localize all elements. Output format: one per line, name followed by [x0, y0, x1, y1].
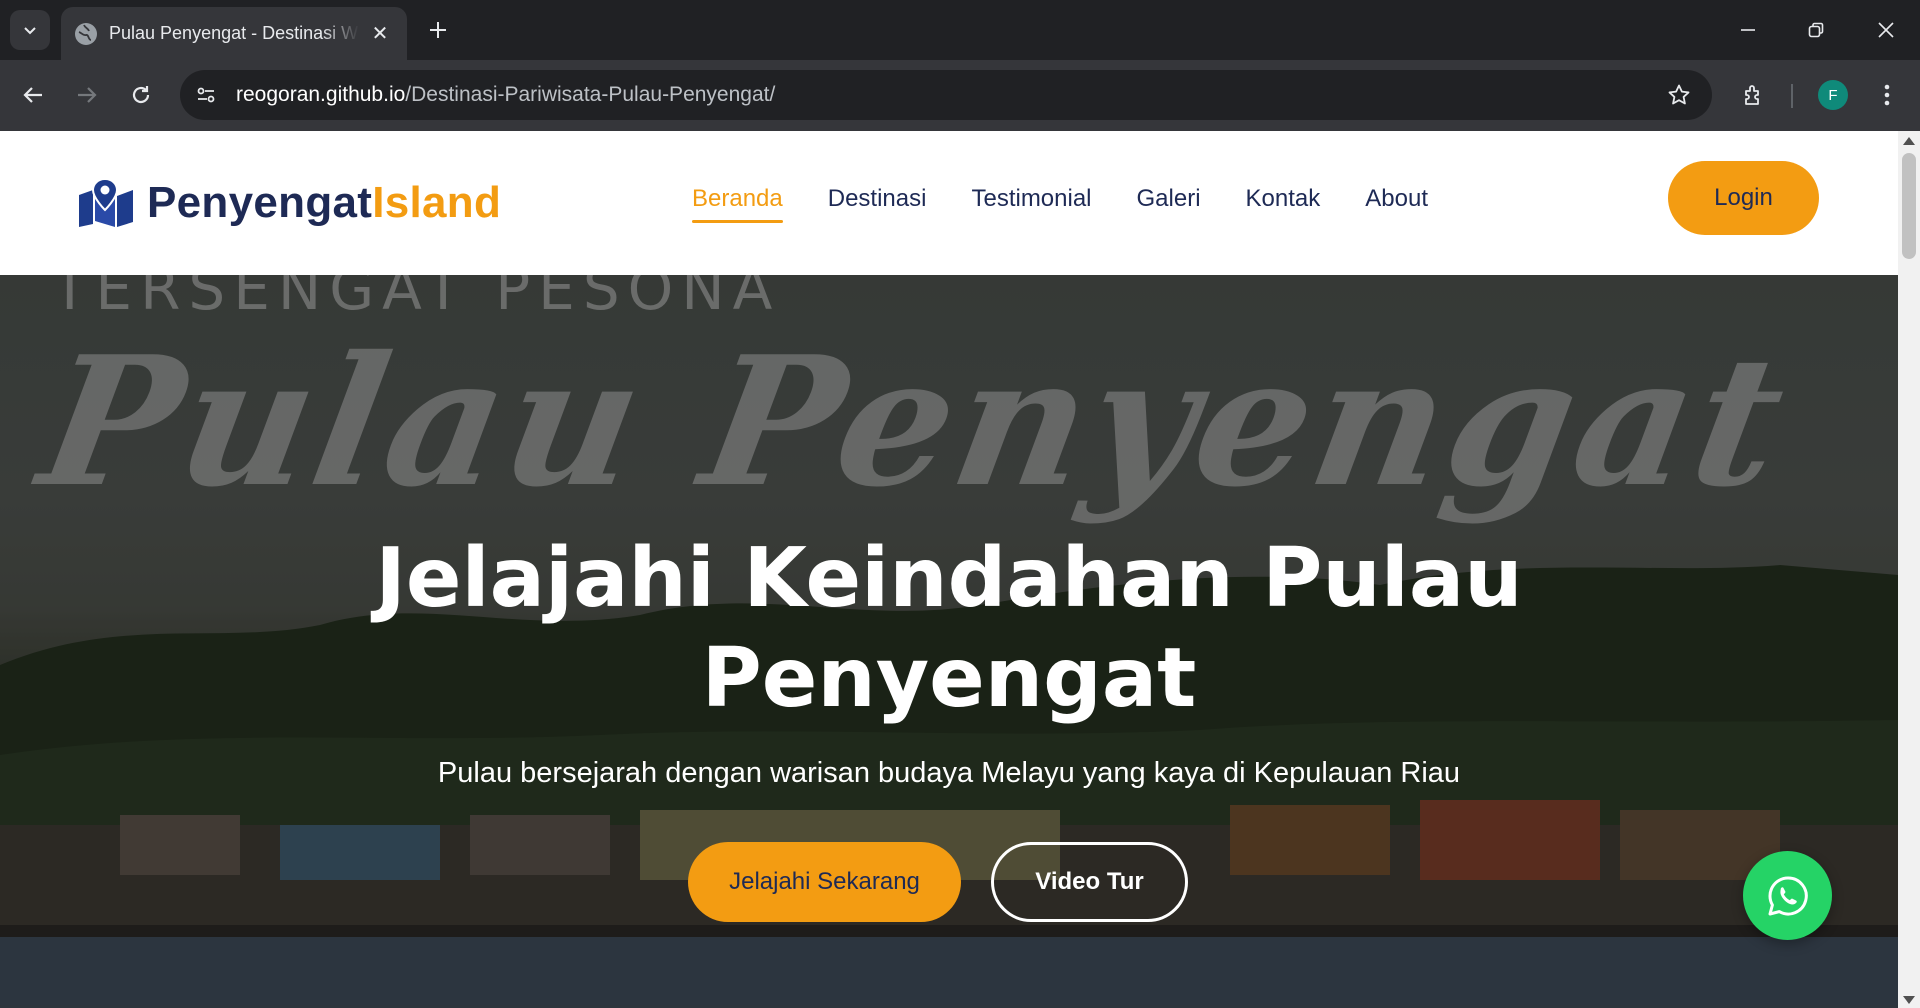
nav-link-destinasi[interactable]: Destinasi	[828, 185, 927, 223]
nav-link-testimonial[interactable]: Testimonial	[971, 185, 1091, 223]
plus-icon	[430, 22, 446, 38]
new-tab-button[interactable]	[420, 12, 456, 48]
tab-search-button[interactable]	[10, 10, 50, 50]
video-tour-button[interactable]: Video Tur	[991, 842, 1188, 922]
forward-icon	[78, 87, 97, 103]
scrollbar-thumb[interactable]	[1902, 153, 1916, 259]
profile-avatar[interactable]: F	[1818, 80, 1848, 110]
whatsapp-icon	[1768, 875, 1808, 915]
toolbar-separator	[1791, 84, 1793, 108]
bookmark-star-button[interactable]	[1662, 78, 1696, 112]
restore-button[interactable]	[1788, 6, 1844, 54]
reload-icon	[132, 86, 150, 104]
logo-text-accent: Island	[372, 178, 502, 227]
close-icon[interactable]: ✕	[367, 21, 393, 47]
browser-tab-bar: Pulau Penyengat - Destinasi Wisata ✕	[0, 0, 1920, 60]
back-button[interactable]	[12, 74, 54, 116]
extensions-icon	[1745, 85, 1759, 105]
scroll-up-arrow-icon[interactable]	[1903, 137, 1915, 145]
page-scrollbar[interactable]	[1898, 131, 1920, 1008]
close-window-button[interactable]	[1858, 6, 1914, 54]
map-marker-icon	[79, 179, 133, 227]
logo-text: PenyengatIsland	[147, 178, 501, 228]
hero-title-line-2: Penyengat	[701, 631, 1197, 726]
url-text: reogoran.github.io/Destinasi-Pariwisata-…	[236, 83, 775, 107]
nav-link-galeri[interactable]: Galeri	[1137, 185, 1201, 223]
hero-subtitle: Pulau bersejarah dengan warisan budaya M…	[437, 757, 1461, 789]
menu-dots-icon	[1884, 84, 1890, 106]
url-path: /Destinasi-Pariwisata-Pulau-Penyengat/	[405, 83, 776, 106]
site-logo[interactable]: PenyengatIsland	[77, 178, 501, 228]
nav-link-beranda[interactable]: Beranda	[692, 185, 783, 223]
minimize-icon	[1741, 29, 1755, 31]
star-icon	[1668, 84, 1690, 105]
reload-button[interactable]	[120, 74, 162, 116]
hero-section: TERSENGAT PESONA Pulau Penyengat Jelajah…	[0, 275, 1898, 1008]
site-info-icon[interactable]	[186, 75, 226, 115]
extensions-button[interactable]	[1733, 74, 1775, 116]
address-bar[interactable]: reogoran.github.io/Destinasi-Pariwisata-…	[180, 70, 1712, 120]
login-button[interactable]: Login	[1668, 161, 1819, 235]
hero-watermark-tagline: TERSENGAT PESONA	[52, 275, 781, 323]
main-nav: Beranda Destinasi Testimonial Galeri Kon…	[692, 185, 1473, 223]
browser-menu-button[interactable]	[1866, 74, 1908, 116]
site-header: PenyengatIsland Beranda Destinasi Testim…	[0, 131, 1898, 275]
globe-icon	[75, 22, 97, 45]
chevron-down-icon	[24, 27, 36, 35]
whatsapp-button[interactable]	[1743, 851, 1832, 940]
scroll-down-arrow-icon[interactable]	[1903, 996, 1915, 1004]
url-host: reogoran.github.io	[236, 83, 406, 106]
browser-tab[interactable]: Pulau Penyengat - Destinasi Wisata ✕	[61, 7, 407, 60]
restore-icon	[1808, 22, 1824, 38]
tab-title: Pulau Penyengat - Destinasi Wisata	[109, 23, 359, 43]
hero-title-line-1: Jelajahi Keindahan Pulau	[375, 531, 1523, 626]
explore-now-button[interactable]: Jelajahi Sekarang	[688, 842, 961, 922]
back-icon	[23, 87, 42, 103]
nav-link-kontak[interactable]: Kontak	[1246, 185, 1321, 223]
nav-link-about[interactable]: About	[1365, 185, 1428, 223]
browser-toolbar: reogoran.github.io/Destinasi-Pariwisata-…	[0, 60, 1920, 131]
minimize-button[interactable]	[1720, 6, 1776, 54]
hero-title: Jelajahi Keindahan Pulau Penyengat	[0, 529, 1898, 729]
logo-text-primary: Penyengat	[147, 178, 373, 227]
page-viewport: PenyengatIsland Beranda Destinasi Testim…	[0, 131, 1898, 1008]
forward-button[interactable]	[66, 74, 108, 116]
hero-watermark-script: Pulau Penyengat	[27, 317, 1802, 526]
close-window-icon	[1878, 22, 1894, 38]
